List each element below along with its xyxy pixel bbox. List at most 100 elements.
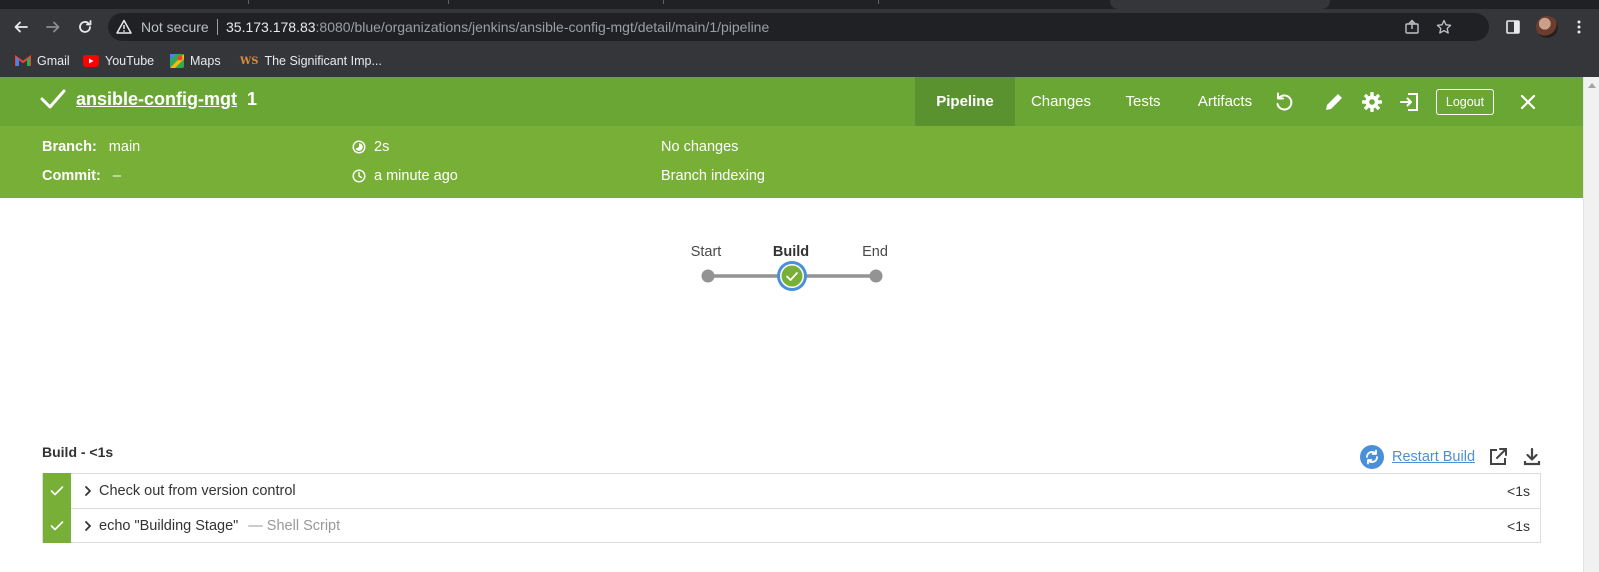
tab-changes[interactable]: Changes — [1015, 77, 1107, 126]
commit-value: – — [112, 168, 121, 184]
run-number: 1 — [247, 88, 258, 109]
scroll-up-arrow-icon[interactable] — [1588, 83, 1596, 88]
edit-icon — [1326, 94, 1342, 110]
tab-tests[interactable]: Tests — [1107, 77, 1179, 126]
start-node — [701, 269, 715, 283]
tab-artifacts[interactable]: Artifacts — [1179, 77, 1271, 126]
ws-icon: WS — [240, 55, 259, 67]
branch-info: Branch: main — [42, 139, 140, 155]
reload-icon — [79, 20, 92, 33]
duration-value: 2s — [374, 139, 390, 155]
bookmark-label: Gmail — [37, 54, 70, 68]
bookmark-star-icon[interactable] — [1435, 18, 1453, 36]
settings-icon — [1362, 92, 1382, 112]
page-scrollbar[interactable] — [1583, 77, 1599, 572]
run-details-bar — [0, 126, 1583, 198]
kebab-menu-icon — [1577, 20, 1581, 34]
duration-icon — [352, 140, 366, 154]
bookmark-label: Maps — [190, 54, 221, 68]
url-host: 35.173.178.83 — [226, 19, 316, 35]
run-title: ansible-config-mgt 1 — [40, 88, 257, 110]
step-status — [43, 508, 71, 543]
side-panel-button[interactable] — [1499, 13, 1527, 41]
end-node — [869, 269, 883, 283]
step-type: — Shell Script — [248, 518, 341, 534]
close-button[interactable] — [1515, 89, 1541, 115]
step-list: Check out from version control <1s echo … — [42, 473, 1541, 543]
branch-label: Branch: — [42, 139, 97, 155]
exit-icon — [1400, 93, 1418, 111]
address-divider — [217, 19, 218, 35]
security-label[interactable]: Not secure — [141, 19, 209, 35]
bookmarks-bar: Gmail YouTube Maps WS The Significant Im… — [0, 45, 1599, 77]
cause-info: Branch indexing — [661, 168, 765, 184]
bookmark-maps[interactable]: Maps — [170, 53, 221, 69]
tab-label: Tests — [1125, 93, 1161, 110]
warning-icon[interactable] — [116, 19, 132, 38]
chevron-right-icon[interactable] — [81, 519, 95, 533]
tab-label: Pipeline — [936, 93, 994, 110]
step-label: echo "Building Stage" — Shell Script — [99, 518, 340, 534]
back-arrow-icon — [14, 21, 28, 33]
tab-label: Changes — [1030, 93, 1092, 110]
bookmark-youtube[interactable]: YouTube — [83, 53, 154, 69]
started-value: a minute ago — [374, 168, 458, 184]
tab-separator — [248, 0, 249, 4]
step-name: echo "Building Stage" — [99, 518, 239, 534]
branch-value: main — [108, 139, 141, 155]
tab-separator — [663, 0, 664, 4]
step-row[interactable]: Check out from version control <1s — [42, 473, 1541, 508]
replay-button[interactable] — [1271, 89, 1297, 115]
step-duration: <1s — [1507, 483, 1530, 499]
build-stage-node[interactable] — [777, 261, 807, 291]
tab-separator — [878, 0, 879, 4]
address-bar[interactable]: Not secure 35.173.178.83:8080/blue/organ… — [108, 13, 1489, 41]
download-log-button[interactable] — [1520, 445, 1544, 469]
edit-button[interactable] — [1321, 89, 1347, 115]
clock-icon — [352, 169, 366, 183]
bookmark-gmail[interactable]: Gmail — [15, 53, 70, 69]
steps-title: Build - <1s — [42, 444, 114, 460]
started-info: a minute ago — [352, 168, 458, 184]
pipeline-graph-svg — [701, 261, 883, 291]
reload-button[interactable] — [71, 13, 99, 41]
browser-menu-button[interactable] — [1565, 13, 1593, 41]
close-icon — [1520, 94, 1536, 110]
step-duration: <1s — [1507, 518, 1530, 534]
step-success-icon — [50, 520, 64, 530]
url-text[interactable]: 35.173.178.83:8080/blue/organizations/je… — [226, 19, 769, 35]
bookmark-significant[interactable]: WS The Significant Imp... — [240, 53, 382, 69]
restart-build-label[interactable]: Restart Build — [1392, 449, 1475, 465]
browser-toolbar: Not secure 35.173.178.83:8080/blue/organ… — [0, 9, 1599, 45]
tab-separator — [448, 0, 449, 4]
chevron-right-icon[interactable] — [81, 484, 95, 498]
duration-info: 2s — [352, 139, 389, 155]
exit-button[interactable] — [1397, 89, 1423, 115]
step-success-icon — [50, 485, 64, 495]
tab-pipeline[interactable]: Pipeline — [915, 77, 1015, 126]
logout-button[interactable]: Logout — [1436, 89, 1494, 115]
forward-button[interactable] — [39, 13, 67, 41]
back-button[interactable] — [7, 13, 35, 41]
restart-build-button[interactable]: Restart Build — [1360, 445, 1475, 469]
external-link-icon — [1490, 448, 1507, 465]
step-status — [43, 473, 71, 508]
step-name: Check out from version control — [99, 483, 296, 499]
changes-info: No changes — [661, 139, 739, 155]
share-icon[interactable] — [1403, 18, 1421, 36]
browser-active-tab[interactable] — [1110, 0, 1330, 9]
step-row[interactable]: echo "Building Stage" — Shell Script <1s — [42, 508, 1541, 543]
profile-avatar[interactable] — [1536, 16, 1558, 38]
tab-label: Artifacts — [1197, 93, 1253, 110]
bookmark-label: YouTube — [105, 54, 155, 68]
youtube-icon — [83, 55, 99, 67]
url-path: :8080/blue/organizations/jenkins/ansible… — [315, 19, 770, 35]
forward-arrow-icon — [46, 21, 60, 33]
pipeline-name-link[interactable]: ansible-config-mgt — [76, 89, 237, 110]
commit-label: Commit: — [42, 168, 101, 184]
commit-info: Commit: – — [42, 168, 121, 184]
settings-button[interactable] — [1359, 89, 1385, 115]
side-panel-icon — [1506, 20, 1520, 34]
gmail-icon — [15, 55, 31, 66]
open-log-button[interactable] — [1486, 445, 1510, 469]
